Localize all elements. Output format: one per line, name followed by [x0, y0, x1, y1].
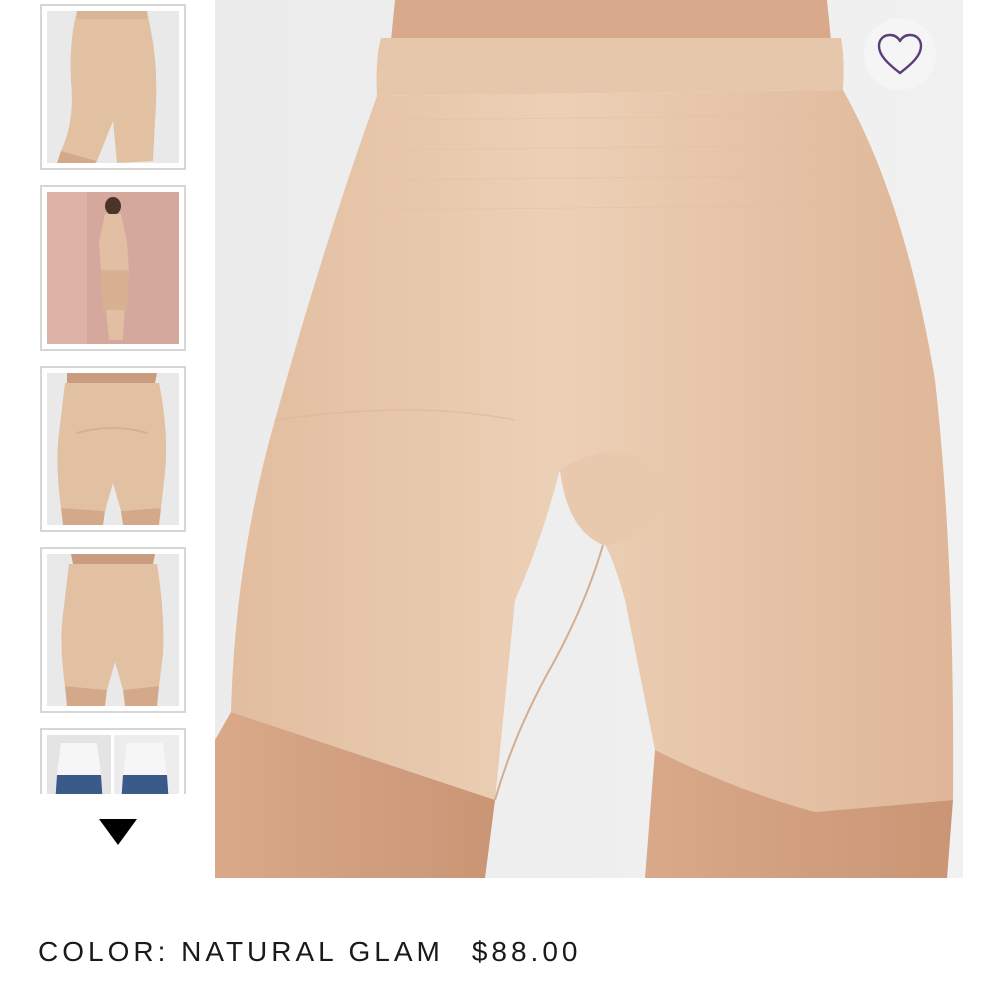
thumbnail-3[interactable] — [40, 366, 186, 532]
thumbnail-model-back-image — [47, 192, 179, 344]
thumbnail-before-after-image — [47, 735, 179, 794]
product-info-line: COLOR: NATURAL GLAM $88.00 — [38, 932, 581, 972]
thumbnail-2[interactable] — [40, 185, 186, 351]
thumbnail-back-view-image — [47, 373, 179, 525]
thumbnail-side-view-image — [47, 11, 179, 163]
color-label: COLOR: NATURAL GLAM — [38, 936, 444, 967]
shapewear-shorts-image — [215, 0, 963, 878]
thumbnail-4[interactable] — [40, 547, 186, 713]
thumbnail-1[interactable] — [40, 4, 186, 170]
thumbnail-5[interactable] — [40, 728, 186, 794]
thumbnail-front-view-image — [47, 554, 179, 706]
main-product-image[interactable] — [215, 0, 963, 878]
triangle-down-icon[interactable] — [99, 819, 137, 845]
heart-icon — [877, 33, 923, 75]
thumbnail-list — [40, 4, 186, 794]
price: $88.00 — [471, 936, 582, 967]
wishlist-button[interactable] — [864, 18, 936, 90]
product-page: COLOR: NATURAL GLAM $88.00 — [0, 0, 1000, 1000]
